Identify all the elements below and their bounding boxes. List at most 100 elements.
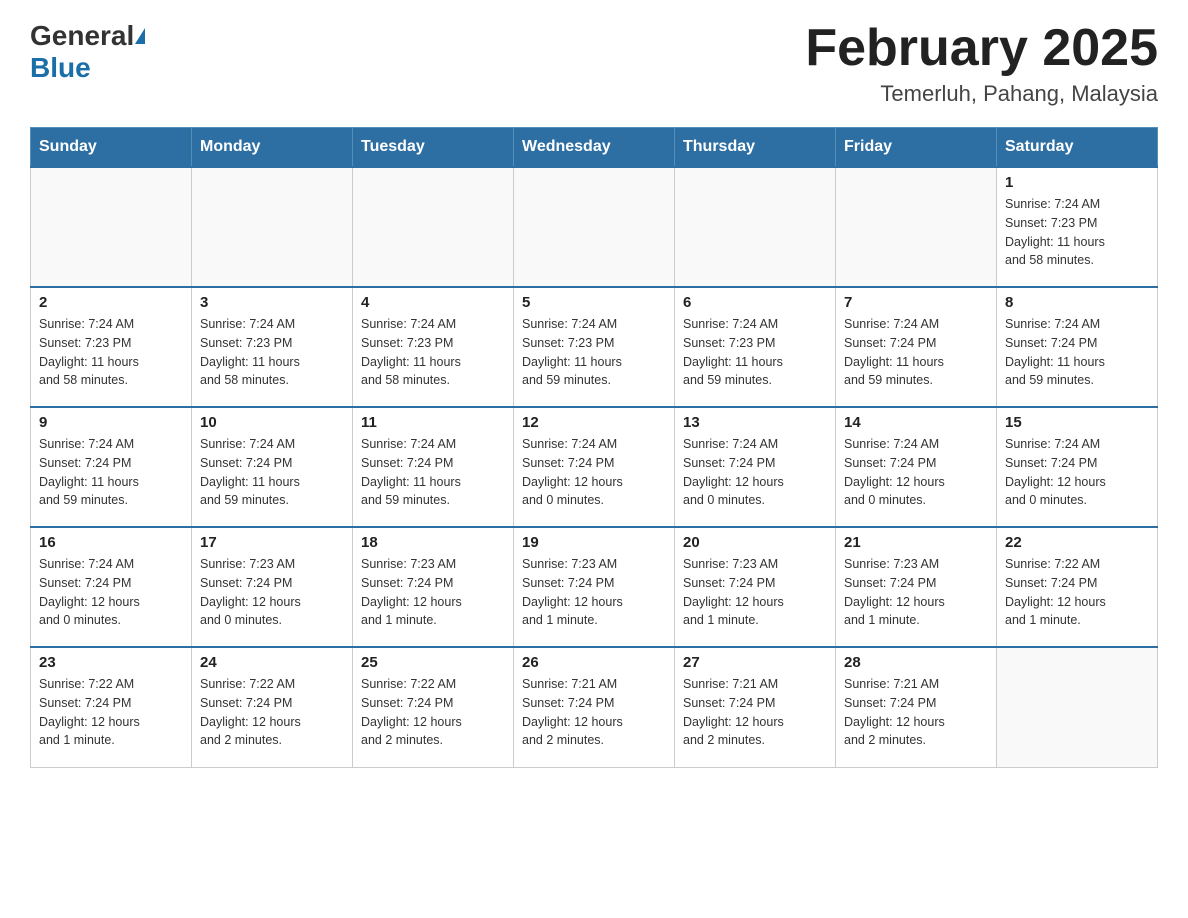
calendar-day-cell: 13Sunrise: 7:24 AM Sunset: 7:24 PM Dayli… [675, 407, 836, 527]
calendar-body: 1 Sunrise: 7:24 AM Sunset: 7:23 PM Daylig… [31, 167, 1158, 767]
day-number: 4 [361, 294, 505, 311]
weekday-header-tuesday: Tuesday [353, 128, 514, 168]
calendar-day-cell: 25 Sunrise: 7:22 AM Sunset: 7:24 PM Dayli… [353, 647, 514, 767]
day-number: 3 [200, 294, 344, 311]
day-number: 7 [844, 294, 988, 311]
day-number: 5 [522, 294, 666, 311]
logo: General Blue [30, 20, 145, 84]
page-title: February 2025 [805, 20, 1158, 77]
calendar-week-row: 1 Sunrise: 7:24 AM Sunset: 7:23 PM Daylig… [31, 167, 1158, 287]
calendar-day-cell: 12 Sunrise: 7:24 AM Sunset: 7:24 PM Dayli… [514, 407, 675, 527]
page-header: General Blue February 2025 Temerluh, Pah… [30, 20, 1158, 107]
day-info: Sunrise: 7:24 AM Sunset: 7:23 PM Dayligh… [39, 315, 183, 390]
day-info: Sunrise: 7:21 AM Sunset: 7:24 PM Dayligh… [522, 675, 666, 750]
day-number: 2 [39, 294, 183, 311]
calendar-day-cell [514, 167, 675, 287]
calendar-day-cell: 4 Sunrise: 7:24 AM Sunset: 7:23 PM Daylig… [353, 287, 514, 407]
day-number: 20 [683, 534, 827, 551]
calendar-day-cell [353, 167, 514, 287]
day-info: Sunrise: 7:24 AM Sunset: 7:24 PM Dayligh… [39, 555, 183, 630]
calendar-day-cell [836, 167, 997, 287]
weekday-header-friday: Friday [836, 128, 997, 168]
day-info: Sunrise: 7:24 AM Sunset: 7:24 PM Dayligh… [200, 435, 344, 510]
day-number: 8 [1005, 294, 1149, 311]
day-number: 26 [522, 654, 666, 671]
calendar-day-cell: 1 Sunrise: 7:24 AM Sunset: 7:23 PM Daylig… [997, 167, 1158, 287]
day-info: Sunrise: 7:24 AM Sunset: 7:24 PM Dayligh… [1005, 315, 1149, 390]
calendar-day-cell: 21Sunrise: 7:23 AM Sunset: 7:24 PM Dayli… [836, 527, 997, 647]
day-number: 28 [844, 654, 988, 671]
day-info: Sunrise: 7:24 AM Sunset: 7:24 PM Dayligh… [1005, 435, 1149, 510]
calendar-week-row: 2 Sunrise: 7:24 AM Sunset: 7:23 PM Daylig… [31, 287, 1158, 407]
day-number: 14 [844, 414, 988, 431]
calendar-header: SundayMondayTuesdayWednesdayThursdayFrid… [31, 128, 1158, 168]
day-number: 12 [522, 414, 666, 431]
day-info: Sunrise: 7:21 AM Sunset: 7:24 PM Dayligh… [844, 675, 988, 750]
day-number: 15 [1005, 414, 1149, 431]
day-info: Sunrise: 7:24 AM Sunset: 7:24 PM Dayligh… [683, 435, 827, 510]
day-info: Sunrise: 7:24 AM Sunset: 7:23 PM Dayligh… [683, 315, 827, 390]
calendar-day-cell: 11Sunrise: 7:24 AM Sunset: 7:24 PM Dayli… [353, 407, 514, 527]
calendar-day-cell: 9 Sunrise: 7:24 AM Sunset: 7:24 PM Daylig… [31, 407, 192, 527]
logo-triangle-icon [135, 28, 145, 44]
day-number: 10 [200, 414, 344, 431]
day-info: Sunrise: 7:24 AM Sunset: 7:23 PM Dayligh… [1005, 195, 1149, 270]
calendar-week-row: 23 Sunrise: 7:22 AM Sunset: 7:24 PM Dayli… [31, 647, 1158, 767]
day-info: Sunrise: 7:24 AM Sunset: 7:23 PM Dayligh… [522, 315, 666, 390]
day-info: Sunrise: 7:24 AM Sunset: 7:24 PM Dayligh… [522, 435, 666, 510]
calendar-day-cell: 2 Sunrise: 7:24 AM Sunset: 7:23 PM Daylig… [31, 287, 192, 407]
calendar-day-cell: 10 Sunrise: 7:24 AM Sunset: 7:24 PM Dayli… [192, 407, 353, 527]
day-number: 9 [39, 414, 183, 431]
calendar-day-cell: 7 Sunrise: 7:24 AM Sunset: 7:24 PM Daylig… [836, 287, 997, 407]
calendar-day-cell: 8 Sunrise: 7:24 AM Sunset: 7:24 PM Daylig… [997, 287, 1158, 407]
day-number: 25 [361, 654, 505, 671]
weekday-header-sunday: Sunday [31, 128, 192, 168]
calendar-day-cell: 14Sunrise: 7:24 AM Sunset: 7:24 PM Dayli… [836, 407, 997, 527]
calendar-day-cell [31, 167, 192, 287]
day-number: 27 [683, 654, 827, 671]
weekday-header-saturday: Saturday [997, 128, 1158, 168]
weekday-header-monday: Monday [192, 128, 353, 168]
day-number: 19 [522, 534, 666, 551]
day-info: Sunrise: 7:21 AM Sunset: 7:24 PM Dayligh… [683, 675, 827, 750]
day-info: Sunrise: 7:23 AM Sunset: 7:24 PM Dayligh… [683, 555, 827, 630]
day-info: Sunrise: 7:24 AM Sunset: 7:23 PM Dayligh… [200, 315, 344, 390]
calendar-week-row: 9 Sunrise: 7:24 AM Sunset: 7:24 PM Daylig… [31, 407, 1158, 527]
day-info: Sunrise: 7:24 AM Sunset: 7:23 PM Dayligh… [361, 315, 505, 390]
day-info: Sunrise: 7:24 AM Sunset: 7:24 PM Dayligh… [844, 315, 988, 390]
day-info: Sunrise: 7:23 AM Sunset: 7:24 PM Dayligh… [361, 555, 505, 630]
day-info: Sunrise: 7:22 AM Sunset: 7:24 PM Dayligh… [361, 675, 505, 750]
day-number: 22 [1005, 534, 1149, 551]
day-number: 18 [361, 534, 505, 551]
calendar-day-cell: 16 Sunrise: 7:24 AM Sunset: 7:24 PM Dayli… [31, 527, 192, 647]
calendar-day-cell: 23Sunrise: 7:22 AM Sunset: 7:24 PM Dayli… [31, 647, 192, 767]
calendar-day-cell [997, 647, 1158, 767]
weekday-header-wednesday: Wednesday [514, 128, 675, 168]
page-subtitle: Temerluh, Pahang, Malaysia [805, 81, 1158, 107]
weekday-header-thursday: Thursday [675, 128, 836, 168]
calendar-day-cell: 22 Sunrise: 7:22 AM Sunset: 7:24 PM Dayli… [997, 527, 1158, 647]
title-section: February 2025 Temerluh, Pahang, Malaysia [805, 20, 1158, 107]
calendar-day-cell: 15 Sunrise: 7:24 AM Sunset: 7:24 PM Dayli… [997, 407, 1158, 527]
calendar-week-row: 16 Sunrise: 7:24 AM Sunset: 7:24 PM Dayli… [31, 527, 1158, 647]
day-number: 23 [39, 654, 183, 671]
logo-blue-text: Blue [30, 52, 91, 84]
calendar-day-cell: 28 Sunrise: 7:21 AM Sunset: 7:24 PM Dayli… [836, 647, 997, 767]
calendar-day-cell: 5 Sunrise: 7:24 AM Sunset: 7:23 PM Daylig… [514, 287, 675, 407]
day-number: 21 [844, 534, 988, 551]
day-info: Sunrise: 7:23 AM Sunset: 7:24 PM Dayligh… [200, 555, 344, 630]
day-info: Sunrise: 7:22 AM Sunset: 7:24 PM Dayligh… [200, 675, 344, 750]
day-number: 17 [200, 534, 344, 551]
calendar-day-cell: 6Sunrise: 7:24 AM Sunset: 7:23 PM Daylig… [675, 287, 836, 407]
calendar-day-cell: 18 Sunrise: 7:23 AM Sunset: 7:24 PM Dayli… [353, 527, 514, 647]
calendar-table: SundayMondayTuesdayWednesdayThursdayFrid… [30, 127, 1158, 768]
day-info: Sunrise: 7:24 AM Sunset: 7:24 PM Dayligh… [39, 435, 183, 510]
day-number: 16 [39, 534, 183, 551]
day-info: Sunrise: 7:22 AM Sunset: 7:24 PM Dayligh… [1005, 555, 1149, 630]
day-number: 11 [361, 414, 505, 431]
calendar-day-cell: 24Sunrise: 7:22 AM Sunset: 7:24 PM Dayli… [192, 647, 353, 767]
day-number: 1 [1005, 174, 1149, 191]
calendar-day-cell: 20 Sunrise: 7:23 AM Sunset: 7:24 PM Dayli… [675, 527, 836, 647]
weekday-header-row: SundayMondayTuesdayWednesdayThursdayFrid… [31, 128, 1158, 168]
calendar-day-cell: 26 Sunrise: 7:21 AM Sunset: 7:24 PM Dayli… [514, 647, 675, 767]
